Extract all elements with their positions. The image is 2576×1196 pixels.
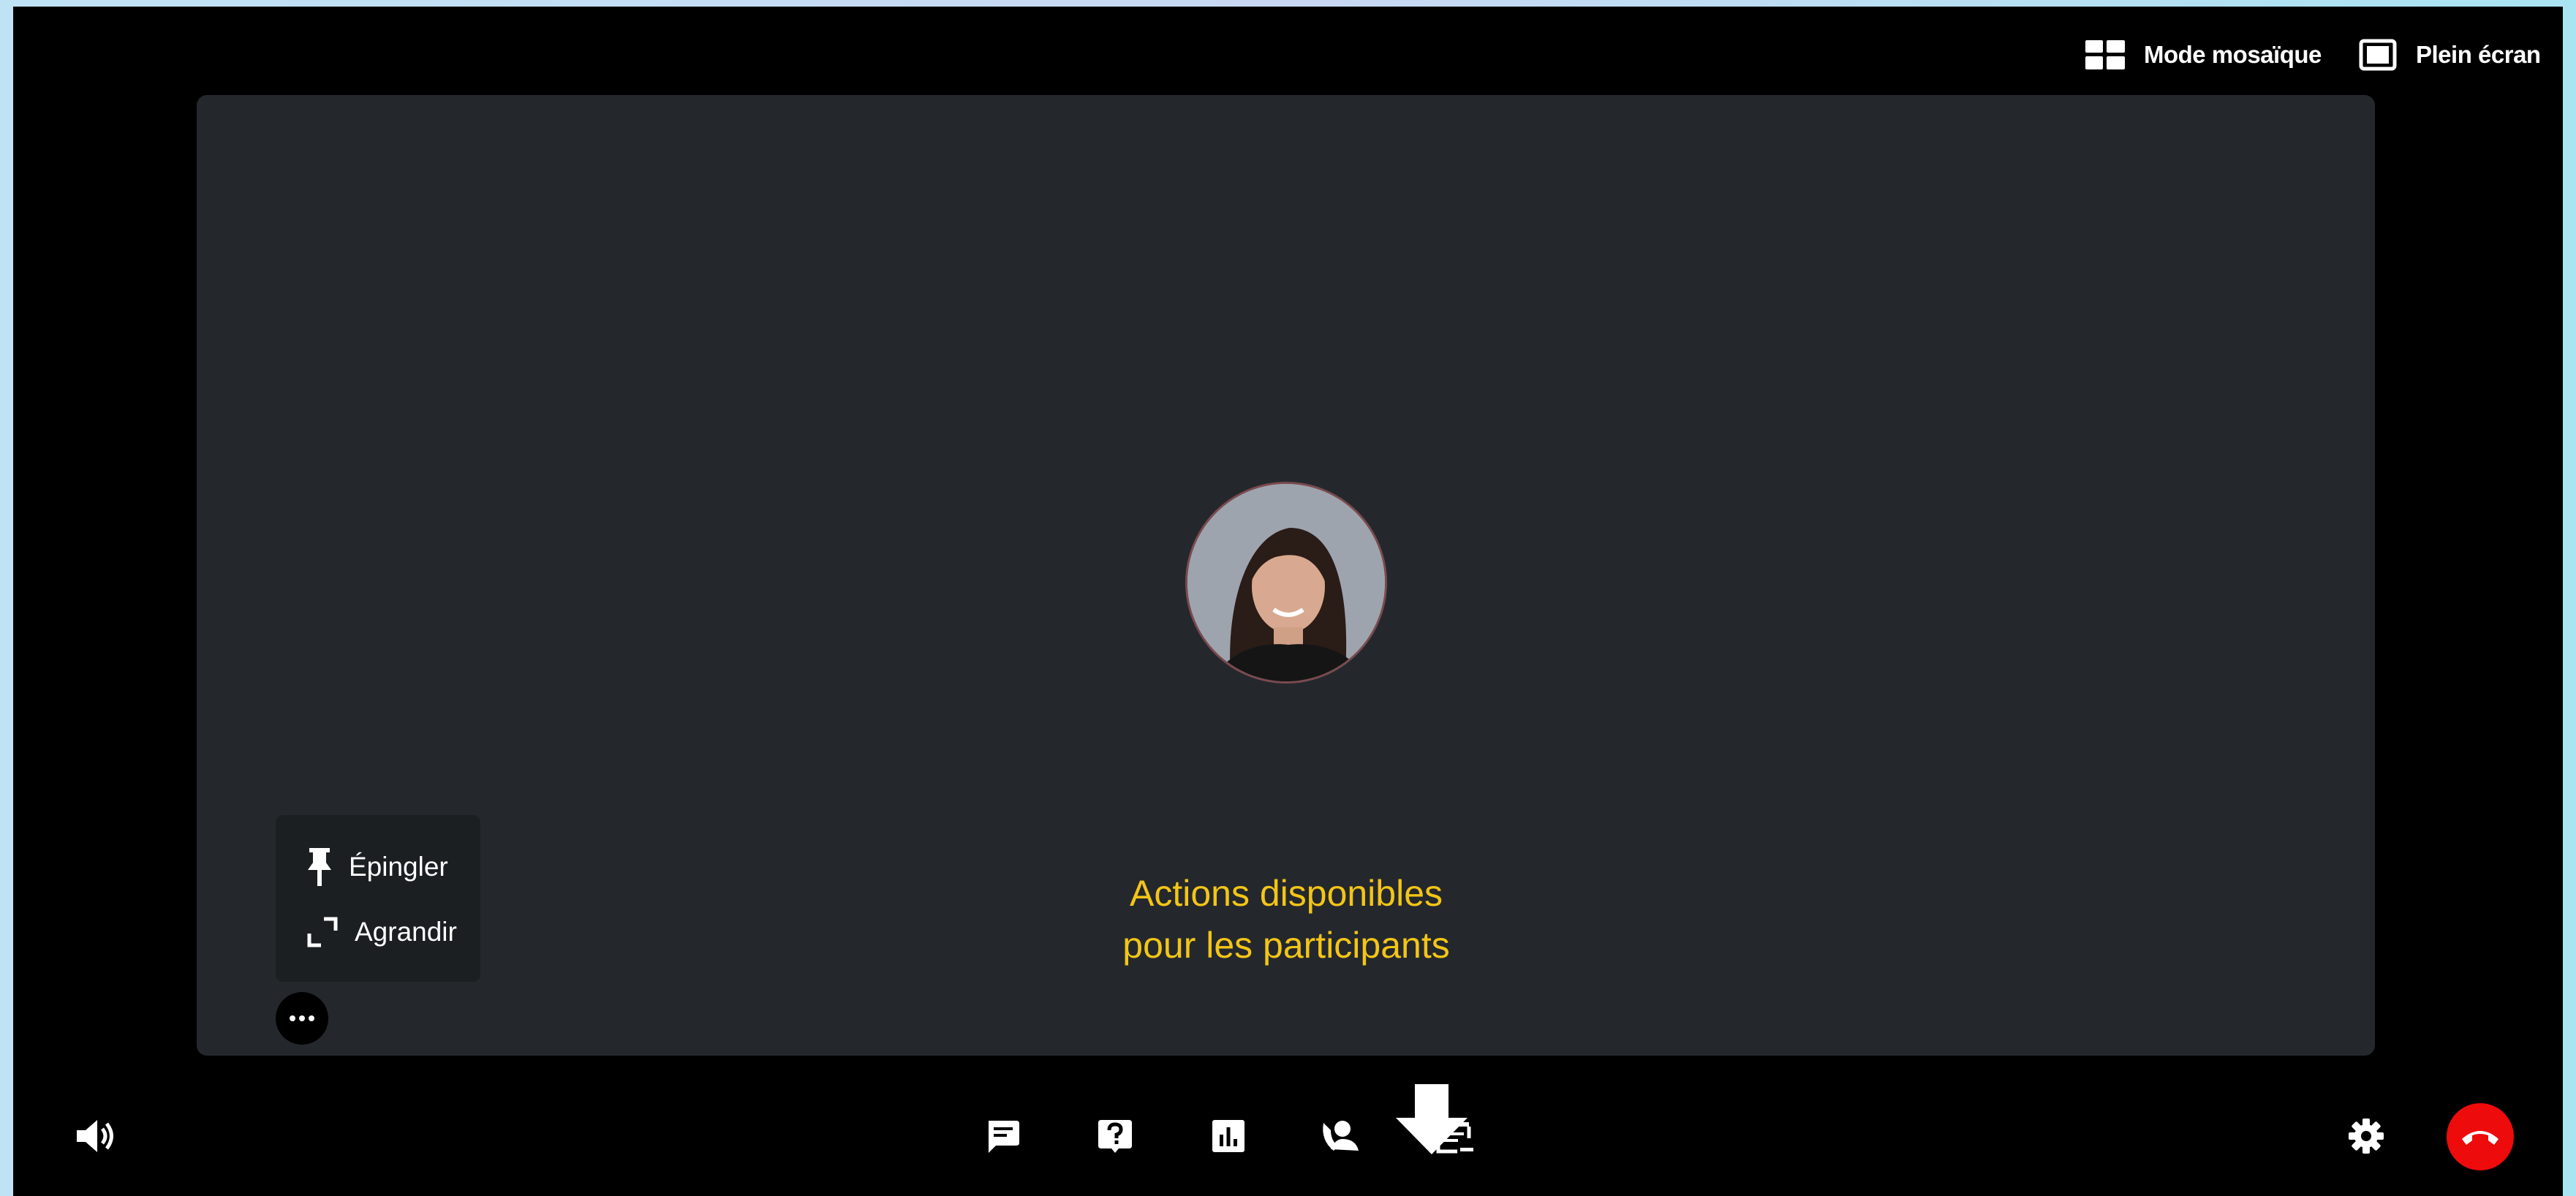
poll-icon (1212, 1120, 1244, 1152)
pin-icon (308, 848, 331, 886)
fullscreen-label: Plein écran (2416, 41, 2541, 68)
contact-button[interactable] (1315, 1110, 1367, 1162)
participant-context-menu: Épingler Agrandir (276, 815, 480, 982)
mosaic-mode-label: Mode mosaïque (2144, 41, 2322, 68)
video-stage: Épingler Agrandir Actions disponibles po… (197, 95, 2375, 1154)
enlarge-label: Agrandir (355, 917, 457, 947)
volume-icon (77, 1120, 113, 1152)
gear-icon (2349, 1119, 2384, 1154)
participant-actions-annotation: Actions disponibles pour les participant… (1001, 868, 1571, 972)
contact-icon (1323, 1121, 1359, 1151)
expand-icon (307, 917, 338, 947)
mosaic-mode-button[interactable]: Mode mosaïque (2085, 31, 2322, 78)
settings-button[interactable] (2341, 1110, 2392, 1162)
more-horizontal-icon (288, 1015, 317, 1021)
enlarge-menu-item[interactable]: Agrandir (306, 916, 457, 948)
annotation-line-2: pour les participants (1122, 925, 1450, 966)
hangup-button[interactable] (2447, 1103, 2514, 1170)
grid-icon (2085, 40, 2125, 69)
agenda-button[interactable] (1429, 1110, 1481, 1162)
chat-button[interactable] (977, 1110, 1028, 1162)
annotation-line-1: Actions disponibles (1129, 873, 1443, 914)
pin-label: Épingler (349, 852, 448, 882)
pin-menu-item[interactable]: Épingler (306, 848, 448, 886)
fullscreen-button[interactable]: Plein écran (2359, 31, 2541, 78)
chat-icon (989, 1121, 1019, 1153)
participant-avatar (1185, 482, 1387, 684)
question-button[interactable] (1089, 1110, 1141, 1162)
poll-button[interactable] (1203, 1110, 1254, 1162)
meeting-window: Mode mosaïque Plein écran Épingler Agran… (13, 7, 2563, 1196)
volume-button[interactable] (70, 1110, 121, 1162)
hangup-icon (2462, 1131, 2498, 1145)
more-options-button[interactable] (276, 992, 328, 1045)
question-icon (1098, 1120, 1132, 1153)
agenda-icon (1436, 1118, 1473, 1154)
fullscreen-icon (2359, 39, 2397, 71)
